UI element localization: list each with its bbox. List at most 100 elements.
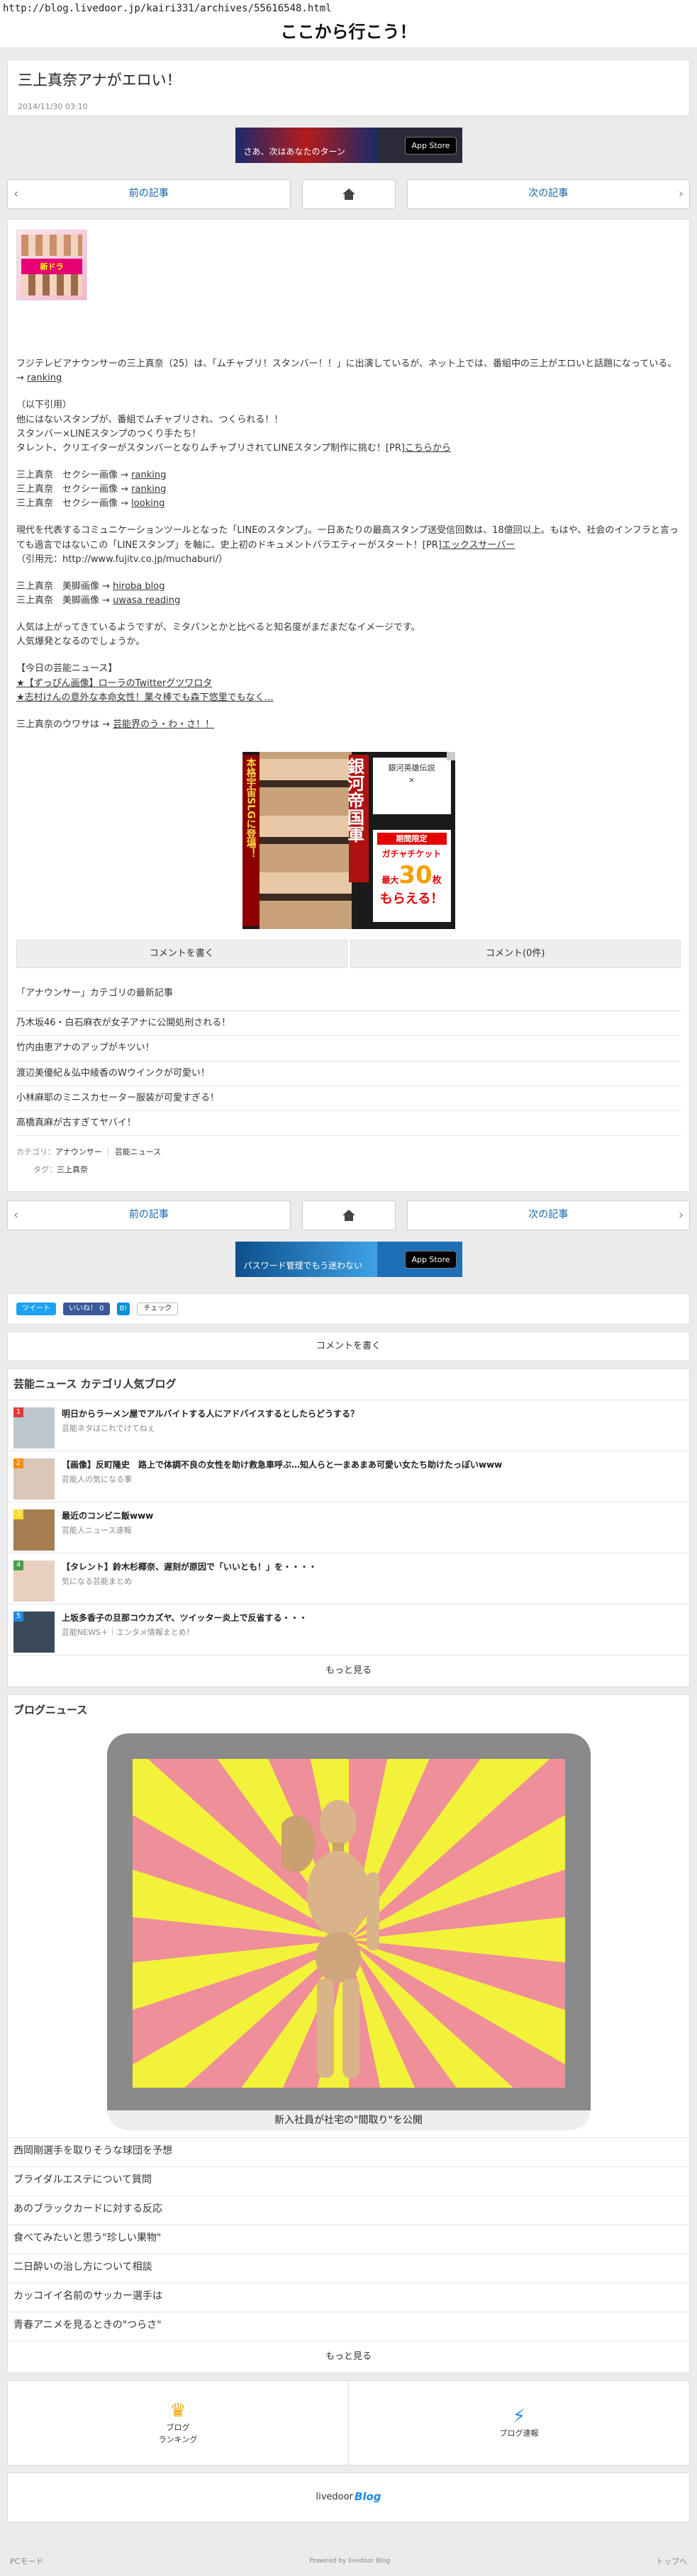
page-footer: PCモード Powered by livedoor Blog トップへ xyxy=(0,2548,697,2576)
sexy-link[interactable]: ranking xyxy=(131,484,166,495)
news-link[interactable]: ★志村けんの意外な本命女性！業々棒でも森下悠里でもなく… xyxy=(16,691,681,705)
meta-tag-link[interactable]: 三上真奈 xyxy=(57,1165,88,1174)
category-item[interactable]: 竹内由恵アナのアップがキツい！ xyxy=(16,1036,681,1062)
quote-line-pr: タレント、クリエイターがスタンバーとなりムチャブリされてLINEスタンプ制作に挑… xyxy=(16,441,681,456)
category-item[interactable]: 渡辺美優紀＆弘中綾香のWウインクが可愛い！ xyxy=(16,1062,681,1086)
xserver-link[interactable]: エックスサーバー xyxy=(442,540,515,551)
blog-news-link[interactable]: ⚡ ブログ速報 xyxy=(348,2380,689,2465)
home-button[interactable] xyxy=(301,179,396,210)
beauty-link[interactable]: uwasa reading xyxy=(113,595,180,606)
blog-news-feature[interactable]: 新入社員が社宅の"間取り"を公開 xyxy=(106,1733,591,2130)
chevron-left-icon: ‹ xyxy=(13,186,19,202)
sexy-link[interactable]: ranking xyxy=(131,470,166,480)
blog-news-item[interactable]: ブライダルエステについて質問 xyxy=(8,2167,689,2196)
sexy-prefix: 三上真奈 セクシー画像 → xyxy=(16,484,129,495)
pr-link[interactable]: こちらから xyxy=(405,443,451,454)
category-item[interactable]: 小林麻耶のミニスカセーター服装が可愛すぎる！ xyxy=(16,1086,681,1111)
beauty-prefix: 三上真奈 美脚画像 → xyxy=(16,580,111,592)
app-banner[interactable]: さあ、次はあなたのターン App Store xyxy=(235,128,462,163)
next-article-button[interactable]: 次の記事 › xyxy=(406,1200,690,1231)
popular-text: 【タレント】鈴木杉椰奈、遅刻が原因で「いいとも！」を・・・・ 気になる芸能まとめ xyxy=(62,1560,317,1597)
back-to-top-link[interactable]: トップへ xyxy=(656,2555,687,2567)
ad-gacha-label: ガチャチケット xyxy=(381,849,442,859)
ad-choices-icon[interactable] xyxy=(446,751,455,760)
app-store-badge[interactable]: App Store xyxy=(405,137,457,155)
banner-ad-top: さあ、次はあなたのターン App Store xyxy=(0,116,697,179)
next-article-button[interactable]: 次の記事 › xyxy=(406,179,690,210)
meta-cat-link[interactable]: 芸能ニュース xyxy=(115,1147,161,1157)
intro-paragraph: フジテレビアナウンサーの三上真奈（25）は、「ムチャブリ！スタンバー！！」に出演… xyxy=(16,357,681,386)
prev-article-button[interactable]: ‹ 前の記事 xyxy=(7,179,291,210)
comment-count-button[interactable]: コメント(0件) xyxy=(350,940,681,969)
banner-ad-bottom: パスワード管理でもう迷わない App Store xyxy=(0,1230,697,1293)
popular-item[interactable]: 4 【タレント】鈴木杉椰奈、遅刻が原因で「いいとも！」を・・・・ 気になる芸能まと… xyxy=(8,1553,689,1605)
popular-item[interactable]: 5 上坂多香子の旦那コウカズヤ、ツイッター炎上で反省する・・・ 芸能NEWS＋｜エ… xyxy=(8,1604,689,1656)
news-link[interactable]: ★【ずっぴん画像】ローラのTwitterグツワロタ xyxy=(16,677,681,691)
article-thumbnail[interactable]: 新ドラ xyxy=(16,230,87,301)
sexy-link[interactable]: looking xyxy=(131,498,165,509)
popular-item-source: 芸能NEWS＋｜エンタメ情報まとめ！ xyxy=(62,1628,194,1638)
category-item[interactable]: 高橋真麻が古すぎてヤバイ！ xyxy=(16,1111,681,1136)
quote-line: （以下引用） xyxy=(16,400,72,411)
ad-logo-title: 銀河英雄伝説 xyxy=(388,763,435,772)
app-banner[interactable]: パスワード管理でもう迷わない App Store xyxy=(235,1242,462,1278)
beauty-links: 三上真奈 美脚画像 → hiroba blog 三上真奈 美脚画像 → uwas… xyxy=(16,580,681,608)
popular-item[interactable]: 2 【画像】反町隆史 路上で体調不良の女性を助け救急車呼ぶ…知人らと一まあまあ可… xyxy=(8,1451,689,1503)
quote-pr-text: タレント、クリエイターがスタンバーとなりムチャブリされてLINEスタンプ制作に挑… xyxy=(16,442,405,454)
hatena-bookmark-button[interactable]: B! xyxy=(116,1303,130,1316)
news-heading: 【今日の芸能ニュース】 xyxy=(16,663,118,675)
intro-link[interactable]: ranking xyxy=(27,373,62,383)
blog-news: ブログニュース 新入社員が社宅の"間取り"を公開 西岡剛選手を取りそうな球団を予… xyxy=(7,1694,690,2373)
prev-article-button[interactable]: ‹ 前の記事 xyxy=(7,1200,291,1231)
popular-item-source: 芸能人の気になる事 xyxy=(62,1475,132,1485)
blog-news-item[interactable]: カッコイイ名前のサッカー選手は xyxy=(8,2283,689,2312)
game-ad-image[interactable]: 本格宇宙SLGに登場！ 銀河帝国軍 銀河英雄伝説 × 期間限定 ガチャチケット … xyxy=(242,751,455,929)
beauty-link[interactable]: hiroba blog xyxy=(113,581,165,592)
blog-news-item[interactable]: 西岡剛選手を取りそうな球団を予想 xyxy=(8,2138,689,2167)
rumor-line: 三上真奈のウワサは → 芸能界のう・わ・さ！！ xyxy=(16,718,681,732)
banner-text: さあ、次はあなたのターン xyxy=(243,147,345,157)
category-item[interactable]: 乃木坂46・白石麻衣が女子アナに公開処刑される！ xyxy=(16,1011,681,1037)
category-list: 乃木坂46・白石麻衣が女子アナに公開処刑される！ 竹内由恵アナのアップがキツい！… xyxy=(16,1011,681,1136)
popular-item-source: 芸能人ニュース速報 xyxy=(62,1526,132,1536)
blog-news-item[interactable]: あのブラックカードに対する反応 xyxy=(8,2196,689,2225)
popular-text: 明日からラーメン屋でアルバイトする人にアドバイスするとしたらどうする？ 芸能ネタは… xyxy=(62,1407,359,1444)
beauty-line: 三上真奈 美脚画像 → uwasa reading xyxy=(16,594,681,608)
meta-cat-label: カテゴリ： xyxy=(16,1147,55,1157)
comment-buttons: コメントを書く コメント(0件) xyxy=(16,940,681,969)
popular-thumb: 1 xyxy=(13,1407,55,1449)
mixi-check-button[interactable]: チェック xyxy=(137,1303,179,1316)
facebook-like-button[interactable]: いいね！ 0 xyxy=(63,1303,110,1316)
meta-tags: タグ：三上真奈 xyxy=(16,1161,681,1179)
popular-item-title: 上坂多香子の旦那コウカズヤ、ツイッター炎上で反省する・・・ xyxy=(62,1613,308,1624)
sexy-line: 三上真奈 セクシー画像 → ranking xyxy=(16,468,681,483)
meta-cat-link[interactable]: アナウンサー xyxy=(55,1147,102,1157)
blog-news-item[interactable]: 二日酔いの治し方について相談 xyxy=(8,2254,689,2283)
rumor-link[interactable]: 芸能界のう・わ・さ！！ xyxy=(113,719,214,730)
write-comment-bar[interactable]: コメントを書く xyxy=(7,1332,690,1362)
ad-gacha-count: 30 xyxy=(398,860,433,889)
app-store-badge[interactable]: App Store xyxy=(405,1251,457,1269)
blog-news-item[interactable]: 食べてみたいと思う"珍しい果物" xyxy=(8,2225,689,2254)
sexy-prefix: 三上真奈 セクシー画像 → xyxy=(16,498,129,510)
ad-gacha-unit: 枚 xyxy=(432,874,442,886)
ad-gacha-period: 期間限定 xyxy=(377,832,447,845)
article-meta: カテゴリ：アナウンサー ｜ 芸能ニュース タグ：三上真奈 xyxy=(16,1143,681,1179)
popular-item-source: 芸能ネタはこれでけてねぇ xyxy=(62,1424,155,1434)
prev-label: 前の記事 xyxy=(128,188,169,200)
popular-text: 最近のコンビニ飯www 芸能人ニュース速報 xyxy=(62,1509,153,1546)
write-comment-button[interactable]: コメントを書く xyxy=(16,940,347,969)
popular-item[interactable]: 1 明日からラーメン屋でアルバイトする人にアドバイスするとしたらどうする？ 芸能ネ… xyxy=(8,1400,689,1452)
blog-header[interactable]: ここから行こう！ xyxy=(0,16,697,48)
popular-more-button[interactable]: もっと見る xyxy=(8,1655,689,1687)
pc-mode-link[interactable]: PCモード xyxy=(10,2555,43,2567)
blog-news-more-button[interactable]: もっと見る xyxy=(8,2341,689,2373)
home-button[interactable] xyxy=(301,1200,396,1231)
crown-icon: ♛ xyxy=(169,2400,186,2422)
tweet-button[interactable]: ツイート xyxy=(16,1303,56,1316)
blog-ranking-link[interactable]: ♛ ブログ ランキング xyxy=(8,2381,348,2465)
blog-news-item[interactable]: 青春アニメを見るときの"つらさ" xyxy=(8,2312,689,2341)
livedoor-blog-logo[interactable]: livedoor Blog xyxy=(7,2472,690,2522)
popular-thumb: 2 xyxy=(13,1458,55,1500)
popular-item[interactable]: 3 最近のコンビニ飯www 芸能人ニュース速報 xyxy=(8,1502,689,1554)
